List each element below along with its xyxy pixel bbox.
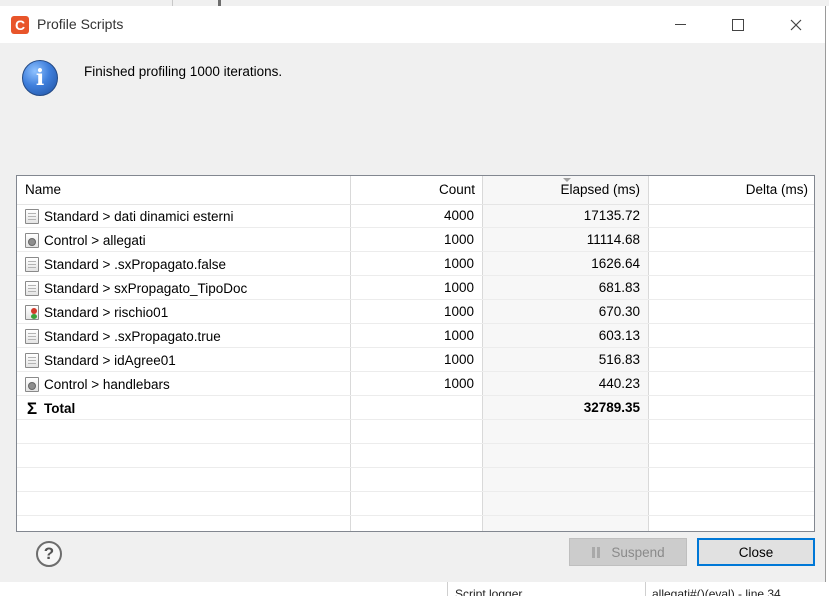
help-button[interactable]: ? (36, 541, 62, 567)
empty-row (17, 468, 814, 492)
script-logger-tab[interactable]: Script logger (455, 587, 522, 596)
control-script-icon (25, 232, 39, 248)
row-count: 4000 (443, 208, 474, 223)
minimize-icon (674, 24, 686, 25)
suspend-button[interactable]: Suspend (569, 538, 687, 566)
sigma-icon: Σ (26, 398, 38, 418)
script-icon (25, 352, 39, 368)
row-name: Standard > .sxPropagato.true (44, 328, 221, 344)
table-row[interactable]: Standard > rischio01 1000 670.30 (17, 300, 814, 324)
row-delta (648, 204, 808, 228)
total-row[interactable]: Σ Total 32789.35 (17, 396, 814, 420)
row-name-cell: Standard > rischio01 (25, 300, 345, 324)
minimize-button[interactable] (651, 6, 709, 43)
row-name-cell: Control > handlebars (25, 372, 345, 396)
row-elapsed: 1626.64 (591, 256, 640, 271)
app-logo-icon: C (11, 16, 29, 34)
row-delta (648, 348, 808, 372)
row-name: Standard > dati dinamici esterni (44, 208, 234, 224)
background-divider (447, 582, 448, 596)
column-header-elapsed[interactable]: Elapsed (ms) (482, 176, 640, 204)
column-header-name[interactable]: Name (25, 176, 61, 204)
row-delta (648, 372, 808, 396)
dialog-title: Profile Scripts (37, 16, 124, 32)
background-divider (645, 582, 646, 596)
row-elapsed: 670.30 (598, 304, 640, 319)
row-count: 1000 (443, 376, 474, 391)
row-delta (648, 300, 808, 324)
total-delta (648, 396, 808, 420)
table-row[interactable]: Standard > sxPropagato_TipoDoc 1000 681.… (17, 276, 814, 300)
empty-row (17, 420, 814, 444)
close-label: Close (738, 544, 774, 560)
table-row[interactable]: Control > handlebars 1000 440.23 (17, 372, 814, 396)
row-count: 1000 (443, 352, 474, 367)
row-name: Standard > sxPropagato_TipoDoc (44, 280, 248, 296)
total-elapsed: 32789.35 (583, 400, 640, 415)
row-count: 1000 (443, 280, 474, 295)
row-name-cell: Standard > .sxPropagato.false (25, 252, 345, 276)
title-bar[interactable]: C Profile Scripts (0, 6, 825, 43)
row-count: 1000 (443, 328, 474, 343)
row-name: Control > allegati (44, 232, 146, 248)
pause-icon (591, 546, 601, 558)
row-count: 1000 (443, 304, 474, 319)
background-app-bottom: Script logger allegati#()(eval) - line 3… (0, 582, 829, 596)
table-body: Standard > dati dinamici esterni 4000 17… (17, 204, 814, 531)
column-header-delta[interactable]: Delta (ms) (648, 176, 808, 204)
profile-scripts-dialog: C Profile Scripts i Finished profiling 1… (0, 6, 826, 583)
breakpoint-script-icon (25, 304, 39, 320)
row-delta (648, 324, 808, 348)
row-elapsed: 516.83 (598, 352, 640, 367)
script-icon (25, 280, 39, 296)
row-name-cell: Control > allegati (25, 228, 345, 252)
row-count: 1000 (443, 232, 474, 247)
row-elapsed: 17135.72 (583, 208, 640, 223)
row-name-cell: Σ Total (25, 396, 345, 420)
script-icon (25, 256, 39, 272)
table-header: Name Count Elapsed (ms) Delta (ms) (17, 176, 814, 205)
table-row[interactable]: Control > allegati 1000 11114.68 (17, 228, 814, 252)
empty-row (17, 492, 814, 516)
table-row[interactable]: Standard > idAgree01 1000 516.83 (17, 348, 814, 372)
row-count: 1000 (443, 256, 474, 271)
close-icon (790, 19, 802, 30)
row-name-cell: Standard > dati dinamici esterni (25, 204, 345, 228)
row-name-cell: Standard > sxPropagato_TipoDoc (25, 276, 345, 300)
maximize-icon (732, 18, 744, 31)
eval-location-label: allegati#()(eval) - line 34 (652, 587, 781, 596)
maximize-button[interactable] (709, 6, 767, 43)
row-name: Control > handlebars (44, 376, 170, 392)
row-name: Standard > rischio01 (44, 304, 169, 320)
status-message: Finished profiling 1000 iterations. (84, 64, 283, 79)
row-delta (648, 228, 808, 252)
close-button[interactable]: Close (697, 538, 815, 566)
suspend-label: Suspend (611, 544, 665, 560)
empty-row (17, 444, 814, 468)
row-name: Standard > .sxPropagato.false (44, 256, 226, 272)
row-name: Standard > idAgree01 (44, 352, 176, 368)
row-delta (648, 276, 808, 300)
info-icon: i (22, 60, 58, 96)
row-name-cell: Standard > idAgree01 (25, 348, 345, 372)
row-name-cell: Standard > .sxPropagato.true (25, 324, 345, 348)
column-header-count[interactable]: Count (350, 176, 475, 204)
script-icon (25, 328, 39, 344)
table-row[interactable]: Standard > dati dinamici esterni 4000 17… (17, 204, 814, 228)
script-icon (25, 208, 39, 224)
empty-row (17, 516, 814, 531)
row-elapsed: 603.13 (598, 328, 640, 343)
row-elapsed: 681.83 (598, 280, 640, 295)
close-window-button[interactable] (767, 6, 825, 43)
profile-results-table: Name Count Elapsed (ms) Delta (ms) Stand… (16, 175, 815, 532)
row-delta (648, 252, 808, 276)
total-label: Total (44, 400, 76, 416)
table-row[interactable]: Standard > .sxPropagato.true 1000 603.13 (17, 324, 814, 348)
row-elapsed: 11114.68 (586, 232, 640, 247)
total-count (350, 396, 474, 420)
control-script-icon (25, 376, 39, 392)
row-elapsed: 440.23 (598, 376, 640, 391)
table-row[interactable]: Standard > .sxPropagato.false 1000 1626.… (17, 252, 814, 276)
